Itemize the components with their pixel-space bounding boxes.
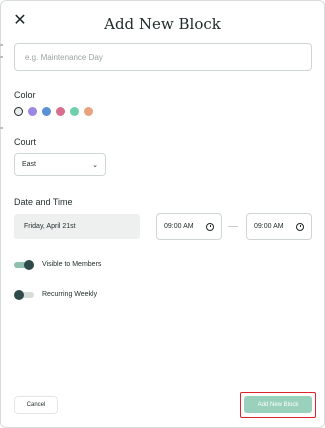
block-name-input[interactable] xyxy=(14,43,312,71)
add-new-block-button[interactable]: Add New Block xyxy=(244,396,312,413)
court-label: Court xyxy=(14,137,37,147)
clock-icon xyxy=(206,222,214,231)
start-time-field[interactable]: 09:00 AM xyxy=(156,213,222,240)
recurring-weekly-toggle[interactable] xyxy=(14,290,34,300)
court-select[interactable]: East ⌄ xyxy=(14,153,106,176)
end-time-field[interactable]: 09:00 AM xyxy=(246,213,312,240)
time-separator xyxy=(228,226,238,227)
color-swatch[interactable] xyxy=(14,107,23,116)
submit-highlight: Add New Block xyxy=(240,392,316,418)
add-block-modal: ✕ Add New Block Color Court East ⌄ Date … xyxy=(0,0,325,428)
toggle-knob xyxy=(24,260,34,270)
edge-mark xyxy=(0,56,3,58)
toggle-knob xyxy=(14,290,24,300)
date-time-label: Date and Time xyxy=(14,197,73,207)
date-value: Friday, April 21st xyxy=(24,223,76,230)
color-swatch[interactable] xyxy=(28,107,37,116)
color-swatch[interactable] xyxy=(42,107,51,116)
color-swatch[interactable] xyxy=(84,107,93,116)
date-field[interactable]: Friday, April 21st xyxy=(14,214,140,239)
color-swatch[interactable] xyxy=(56,107,65,116)
color-swatches xyxy=(14,107,93,116)
edge-mark xyxy=(0,127,3,129)
cancel-button[interactable]: Cancel xyxy=(14,396,58,414)
visible-to-members-label: Visible to Members xyxy=(42,261,102,268)
end-time-value: 09:00 AM xyxy=(254,223,284,230)
visible-to-members-toggle[interactable] xyxy=(14,260,34,270)
modal-title: Add New Block xyxy=(104,15,221,33)
recurring-weekly-label: Recurring Weekly xyxy=(42,291,98,298)
clock-icon xyxy=(296,222,304,231)
color-swatch[interactable] xyxy=(70,107,79,116)
start-time-value: 09:00 AM xyxy=(164,223,194,230)
edge-mark xyxy=(0,44,3,46)
court-selected-value: East xyxy=(22,161,37,168)
color-label: Color xyxy=(14,90,36,100)
chevron-down-icon: ⌄ xyxy=(92,161,98,169)
